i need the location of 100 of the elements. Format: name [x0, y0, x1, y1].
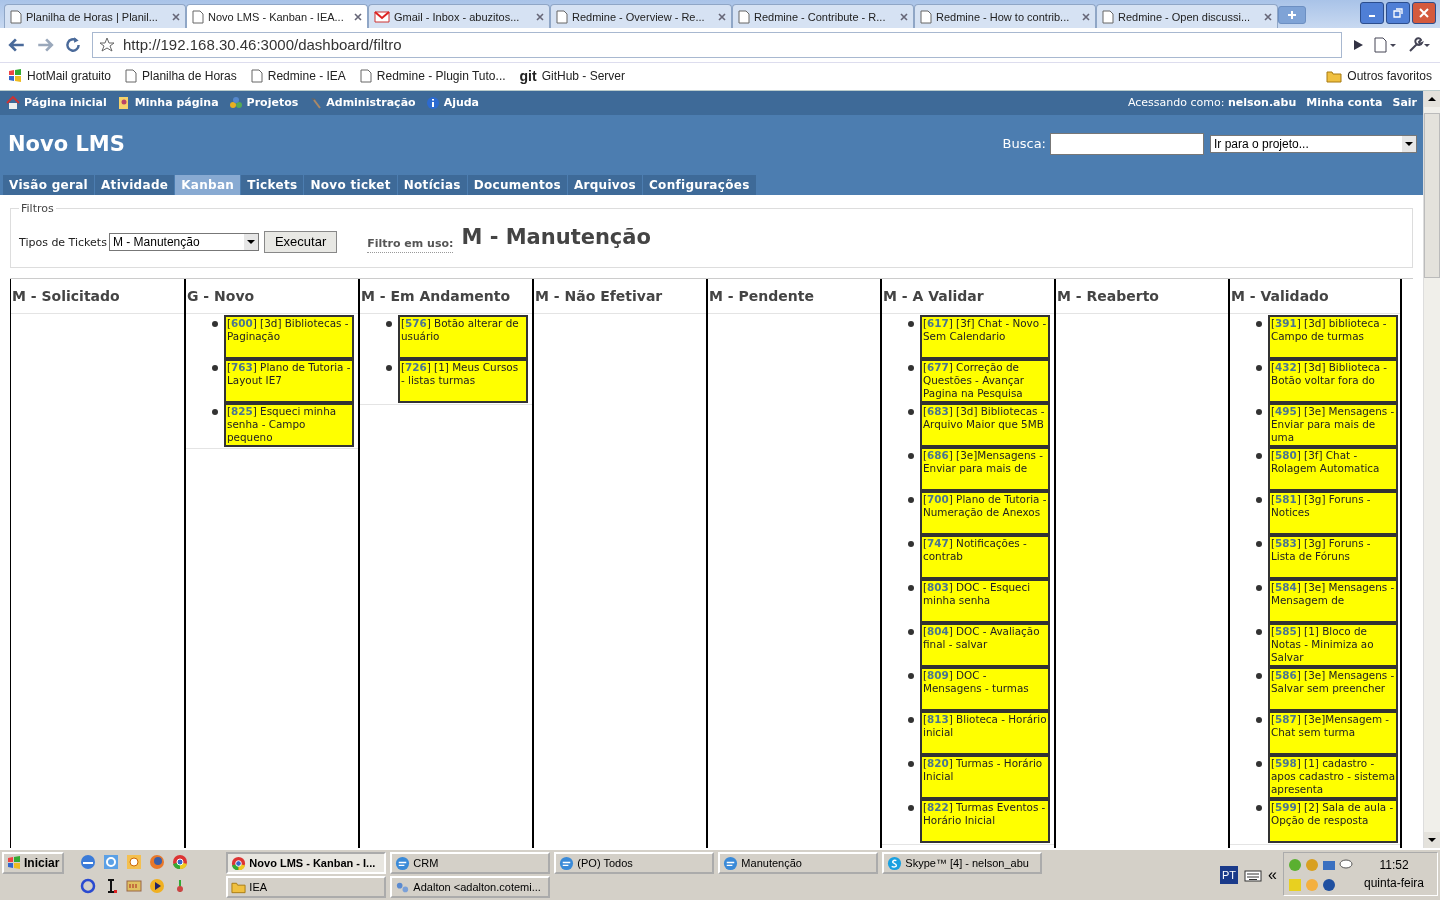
- start-button[interactable]: Iniciar: [2, 852, 65, 874]
- ticket-card[interactable]: [586] [3e] Mensagens - Salvar sem preencher: [1268, 666, 1398, 711]
- ticket-card[interactable]: [617] [3f] Chat - Novo - Sem Calendario: [920, 314, 1050, 359]
- ticket-card[interactable]: [598] [1] cadastro - apos cadastro - sistema apresenta: [1268, 754, 1398, 799]
- ticket-card[interactable]: [677] Correção de Questões - Avançar Pagina na Pesquisa: [920, 358, 1050, 403]
- taskbar-button[interactable]: Manutenção: [718, 852, 879, 874]
- ticket-card[interactable]: [432] [3d] Biblioteca - Botão voltar fora do: [1268, 358, 1398, 403]
- browser-tab[interactable]: Redmine - Contribute - R...: [732, 4, 914, 28]
- close-icon[interactable]: [536, 12, 544, 21]
- menu-tab[interactable]: Tickets: [241, 174, 304, 195]
- ticket-card[interactable]: [585] [1] Bloco de Notas - Minimiza ao Salvar: [1268, 622, 1398, 667]
- bookmark[interactable]: Planilha de Horas: [125, 69, 237, 84]
- taskbar-button[interactable]: CRM: [390, 852, 551, 874]
- keyboard-icon[interactable]: [1244, 870, 1263, 882]
- scrollbar[interactable]: [1423, 90, 1440, 848]
- ticket-card[interactable]: [822] Turmas Eventos - Horário Inicial: [920, 798, 1050, 843]
- taskbar-button[interactable]: Novo LMS - Kanban - I...: [226, 852, 387, 874]
- ticket-card[interactable]: [576] Botão alterar de usuário: [398, 314, 528, 359]
- ticket-card[interactable]: [763] Plano de Tutoria - Layout IE7: [224, 358, 354, 403]
- minimize-button[interactable]: [1360, 2, 1384, 24]
- ticket-card[interactable]: [825] Esqueci minha senha - Campo pequeno: [224, 402, 354, 447]
- reload-icon[interactable]: [64, 35, 82, 54]
- play-icon[interactable]: [1352, 38, 1364, 51]
- column-title: M - A Validar: [882, 278, 1054, 314]
- taskbar-button[interactable]: Adalton <adalton.cotemi...: [390, 876, 551, 898]
- browser-tab[interactable]: Redmine - Open discussi...: [1096, 4, 1278, 28]
- other-bookmarks[interactable]: Outros favoritos: [1326, 69, 1432, 84]
- browser-tab[interactable]: Redmine - How to contrib...: [914, 4, 1096, 28]
- ticket-card[interactable]: [820] Turmas - Horário Inicial: [920, 754, 1050, 799]
- ticket-card[interactable]: [747] Notificações - contrab: [920, 534, 1050, 579]
- browser-tab[interactable]: Gmail - Inbox - abuzitos...: [368, 4, 550, 28]
- chat-icon: [723, 855, 739, 871]
- scroll-down-icon[interactable]: [1424, 832, 1440, 848]
- page-menu-icon[interactable]: [1374, 36, 1398, 53]
- ticket-card[interactable]: [587] [3e]Mensagem - Chat sem turma: [1268, 710, 1398, 755]
- bookmark[interactable]: Redmine - IEA: [250, 69, 346, 84]
- language-indicator[interactable]: PT: [1220, 866, 1239, 884]
- ticket-card[interactable]: [584] [3e] Mensagens - Mensagem de: [1268, 578, 1398, 623]
- chrome-icon[interactable]: [172, 854, 189, 870]
- new-tab-button[interactable]: [1278, 6, 1306, 24]
- execute-button[interactable]: Executar: [263, 230, 338, 253]
- top-menu-link[interactable]: Administração: [308, 95, 416, 110]
- taskbar-button[interactable]: (PO) Todos: [554, 852, 715, 874]
- project-select[interactable]: Ir para o projeto...: [1210, 134, 1417, 153]
- close-icon[interactable]: [172, 12, 180, 21]
- menu-tab[interactable]: Documentos: [467, 174, 567, 195]
- tray-icon[interactable]: [1322, 878, 1336, 892]
- ticket-card[interactable]: [803] DOC - Esqueci minha senha: [920, 578, 1050, 623]
- search-field[interactable]: [1050, 132, 1204, 155]
- account-link[interactable]: Sair: [1392, 96, 1417, 110]
- restore-button[interactable]: [1386, 2, 1410, 24]
- top-menu-link[interactable]: Página inicial: [6, 95, 107, 110]
- media-icon[interactable]: [149, 878, 166, 894]
- ticket-type-select[interactable]: M - Manutenção: [108, 232, 259, 251]
- menu-tab[interactable]: Atividade: [95, 174, 175, 195]
- menu-tab[interactable]: Configurações: [643, 174, 756, 195]
- browser-tab[interactable]: Planilha de Horas | Planil...: [4, 4, 186, 28]
- bookmark[interactable]: Redmine - Plugin Tuto...: [359, 69, 506, 84]
- ticket-card[interactable]: [600] [3d] Bibliotecas - Paginação: [224, 314, 354, 359]
- menu-tab[interactable]: Visão geral: [3, 174, 94, 195]
- tray-icon[interactable]: [1322, 858, 1336, 872]
- tray-icon[interactable]: [1339, 858, 1353, 872]
- ticket-card[interactable]: [686] [3e]Mensagens - Enviar para mais de: [920, 446, 1050, 491]
- ticket-card[interactable]: [583] [3g] Foruns - Lista de Fóruns: [1268, 534, 1398, 579]
- bookmark[interactable]: HotMail gratuito: [8, 69, 112, 84]
- ticket-card[interactable]: [683] [3d] Bibliotecas - Arquivo Maior que 5MB: [920, 402, 1050, 447]
- top-menu-link[interactable]: Minha página: [116, 95, 219, 110]
- browser-tab[interactable]: Redmine - Overview - Re...: [550, 4, 732, 28]
- close-icon[interactable]: [718, 12, 726, 21]
- show-hidden-icons[interactable]: «: [1268, 866, 1277, 884]
- scroll-thumb[interactable]: [1424, 112, 1440, 278]
- ticket-card[interactable]: [813] Blioteca - Horário inicial: [920, 710, 1050, 755]
- search-label: Busca:: [1002, 136, 1046, 152]
- close-icon[interactable]: [354, 12, 362, 21]
- wrench-menu-icon[interactable]: [1408, 36, 1432, 53]
- menu-tab[interactable]: Arquivos: [567, 174, 642, 195]
- browser-tab[interactable]: Novo LMS - Kanban - IEA...: [186, 4, 368, 28]
- menu-tab[interactable]: Novo ticket: [304, 174, 397, 195]
- ticket-card[interactable]: [804] DOC - Avaliação final - salvar: [920, 622, 1050, 667]
- close-icon[interactable]: [900, 12, 908, 21]
- ticket-card[interactable]: [495] [3e] Mensagens - Enviar para mais de uma: [1268, 402, 1398, 447]
- ticket-card[interactable]: [809] DOC - Mensagens - turmas: [920, 666, 1050, 711]
- ticket-card[interactable]: [700] Plano de Tutoria - Numeração de Anexos: [920, 490, 1050, 535]
- close-icon[interactable]: [1264, 12, 1272, 21]
- ticket-card[interactable]: [581] [3g] Foruns - Notices: [1268, 490, 1398, 535]
- close-icon[interactable]: [1082, 12, 1090, 21]
- account-link[interactable]: Minha conta: [1306, 96, 1383, 110]
- ticket-card[interactable]: [391] [3d] biblioteca - Campo de turmas: [1268, 314, 1398, 359]
- ticket-card[interactable]: [726] [1] Meus Cursos - listas turmas: [398, 358, 528, 403]
- taskbar-button[interactable]: IEA: [226, 876, 387, 898]
- ticket-card[interactable]: [580] [3f] Chat - Rolagem Automatica: [1268, 446, 1398, 491]
- top-menu-link[interactable]: Ajuda: [425, 95, 480, 110]
- taskbar-button[interactable]: Skype™ [4] - nelson_abu: [882, 852, 1043, 874]
- menu-tab[interactable]: Notícias: [397, 174, 467, 195]
- star-icon[interactable]: [99, 36, 115, 53]
- ticket-card[interactable]: [599] [2] Sala de aula - Opção de resposta: [1268, 798, 1398, 843]
- bookmark[interactable]: git GitHub - Server: [519, 68, 625, 85]
- top-menu-link[interactable]: Projetos: [228, 95, 299, 110]
- address-text[interactable]: http://192.168.30.46:3000/dashboard/filtro: [123, 36, 402, 54]
- close-button[interactable]: [1412, 2, 1436, 24]
